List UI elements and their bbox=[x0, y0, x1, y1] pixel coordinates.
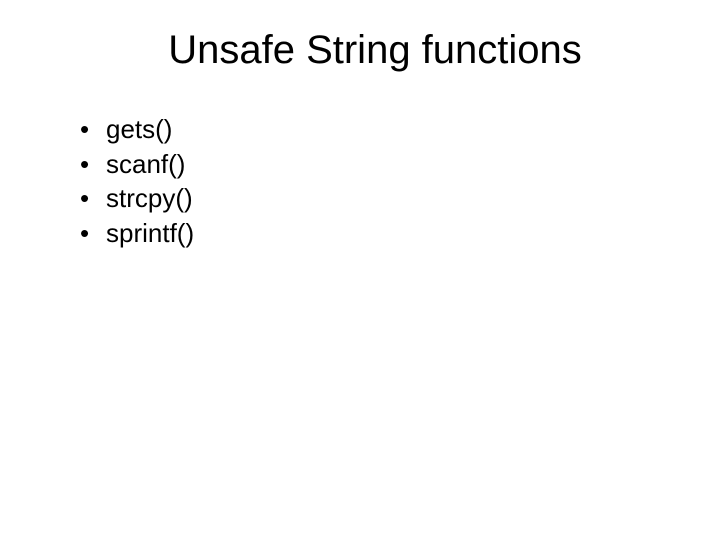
bullet-icon: • bbox=[80, 148, 106, 181]
bullet-text: gets() bbox=[106, 113, 670, 146]
bullet-list: • gets() • scanf() • strcpy() • sprintf(… bbox=[80, 113, 670, 249]
list-item: • strcpy() bbox=[80, 182, 670, 215]
list-item: • sprintf() bbox=[80, 217, 670, 250]
bullet-icon: • bbox=[80, 182, 106, 215]
bullet-text: sprintf() bbox=[106, 217, 670, 250]
bullet-text: strcpy() bbox=[106, 182, 670, 215]
bullet-icon: • bbox=[80, 113, 106, 146]
bullet-icon: • bbox=[80, 217, 106, 250]
bullet-text: scanf() bbox=[106, 148, 670, 181]
slide-title: Unsafe String functions bbox=[80, 28, 670, 73]
list-item: • gets() bbox=[80, 113, 670, 146]
slide-container: Unsafe String functions • gets() • scanf… bbox=[0, 0, 720, 540]
list-item: • scanf() bbox=[80, 148, 670, 181]
